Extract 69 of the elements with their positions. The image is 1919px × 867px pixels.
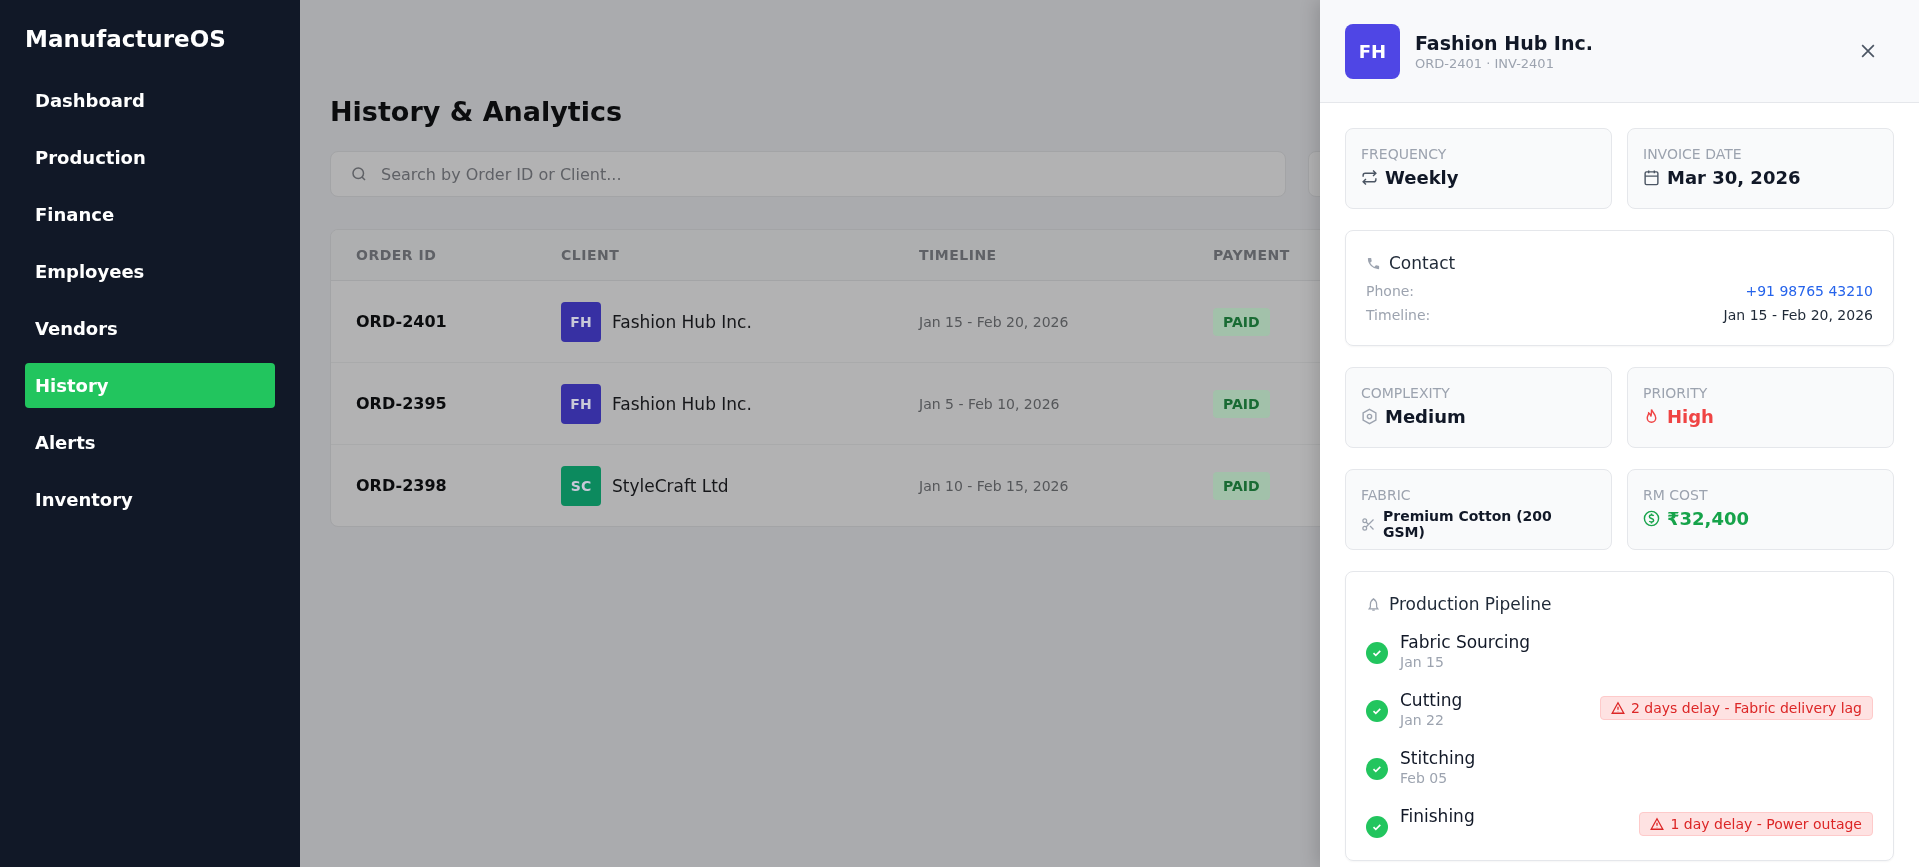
- payment-status: PAID: [1213, 307, 1270, 336]
- warning-icon: [1650, 817, 1665, 831]
- stat-value: Mar 30, 2026: [1667, 167, 1801, 188]
- timeline-text: Jan 15 - Feb 20, 2026: [919, 313, 1070, 330]
- stage-date: Jan 22: [1400, 712, 1445, 728]
- bell-icon: [1366, 596, 1381, 612]
- column-header: PAYMENT: [1213, 247, 1291, 263]
- search-icon: [350, 165, 368, 183]
- page-title: History & Analytics: [330, 96, 624, 127]
- calendar-icon: [1643, 169, 1660, 186]
- nav-item[interactable]: Production: [25, 135, 275, 180]
- stat-value: Weekly: [1385, 167, 1459, 188]
- delay-text: 2 days delay - Fabric delivery lag: [1630, 700, 1862, 716]
- stat-label: FREQUENCY: [1361, 146, 1448, 162]
- drawer-subtitle: ORD-2401 · INV-2401: [1415, 55, 1555, 71]
- stat-label: PRIORITY: [1643, 385, 1709, 401]
- field-label: Timeline:: [1366, 307, 1431, 323]
- stage-date: Feb 05: [1400, 770, 1449, 786]
- client-avatar: FH: [1345, 23, 1400, 79]
- stage-name: Finishing: [1400, 806, 1476, 826]
- stat-value: Premium Cotton (200 GSM): [1383, 508, 1553, 540]
- card-title: Contact: [1389, 253, 1456, 273]
- stage-date: Jan 15: [1400, 654, 1445, 670]
- drawer-title: Fashion Hub Inc.: [1415, 31, 1594, 54]
- dollar-circle-icon: [1643, 510, 1660, 527]
- client-avatar: FH: [561, 301, 601, 342]
- order-id: ORD-2401: [356, 312, 448, 331]
- stat-label: FABRIC: [1361, 487, 1412, 503]
- phone-link[interactable]: +91 98765 43210: [1745, 283, 1873, 299]
- stat-value: High: [1667, 406, 1714, 427]
- stage-name: Stitching: [1400, 748, 1477, 768]
- nav-item[interactable]: Finance: [25, 192, 275, 237]
- field-value: Jan 15 - Feb 20, 2026: [1723, 307, 1873, 323]
- nav-item[interactable]: Employees: [25, 249, 275, 294]
- stage-name: Fabric Sourcing: [1400, 632, 1532, 652]
- timeline-text: Jan 5 - Feb 10, 2026: [919, 395, 1061, 412]
- column-header: TIMELINE: [919, 247, 998, 263]
- order-id: ORD-2398: [356, 476, 448, 495]
- stat-label: COMPLEXITY: [1361, 385, 1451, 401]
- stat-label: INVOICE DATE: [1643, 146, 1743, 162]
- client-name: Fashion Hub Inc.: [612, 311, 752, 332]
- nav-item[interactable]: Dashboard: [25, 78, 275, 123]
- scissors-icon: [1361, 516, 1376, 532]
- nav-item[interactable]: Vendors: [25, 306, 275, 351]
- repeat-icon: [1361, 169, 1378, 186]
- field-label: Phone:: [1366, 283, 1415, 299]
- client-avatar: SC: [561, 465, 601, 506]
- phone-icon: [1366, 255, 1381, 271]
- client-avatar: FH: [561, 383, 601, 424]
- stage-name: Cutting: [1400, 690, 1464, 710]
- timeline-text: Jan 10 - Feb 15, 2026: [919, 477, 1070, 494]
- app-logo: ManufactureOS: [25, 26, 227, 52]
- stat-label: RM COST: [1643, 487, 1709, 503]
- column-header: CLIENT: [561, 247, 621, 263]
- payment-status: PAID: [1213, 389, 1270, 418]
- warning-icon: [1610, 701, 1625, 715]
- nav-item[interactable]: Inventory: [25, 477, 275, 522]
- payment-status: PAID: [1213, 471, 1270, 500]
- search-field[interactable]: Search by Order ID or Client...: [330, 151, 1286, 197]
- hexagon-icon: [1361, 408, 1378, 425]
- delay-text: 1 day delay - Power outage: [1670, 816, 1862, 832]
- stat-value: ₹32,400: [1667, 508, 1749, 529]
- nav-item[interactable]: Alerts: [25, 420, 275, 465]
- client-name: StyleCraft Ltd: [612, 475, 729, 496]
- card-title: Production Pipeline: [1389, 594, 1552, 614]
- column-header: ORDER ID: [356, 247, 438, 263]
- stat-value: Medium: [1385, 406, 1466, 427]
- order-id: ORD-2395: [356, 394, 448, 413]
- client-name: Fashion Hub Inc.: [612, 393, 752, 414]
